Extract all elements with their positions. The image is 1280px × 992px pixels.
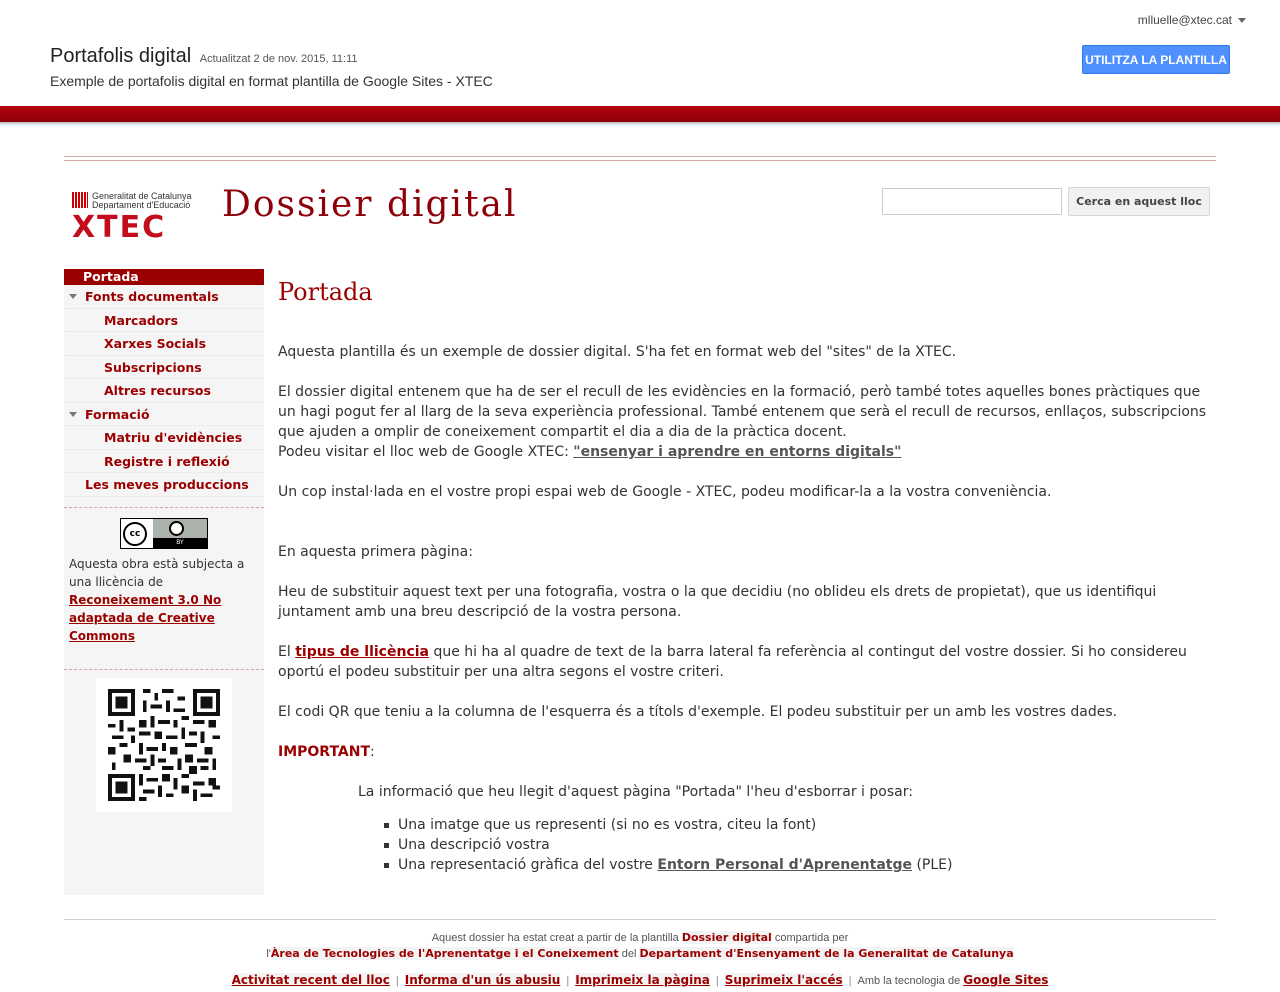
paragraph-license: El tipus de llicència que hi ha al quadr… <box>278 642 1208 682</box>
site-container: Generalitat de Catalunya Departament d'E… <box>64 156 1216 895</box>
visit-text: Podeu visitar el lloc web de Google XTEC… <box>278 444 569 460</box>
creative-commons-badge[interactable]: cc BY <box>120 517 208 549</box>
dossier-digital-link[interactable]: Dossier digital <box>681 931 772 944</box>
powered-by-text: Amb la tecnologia de <box>857 975 961 987</box>
search-input[interactable] <box>882 188 1062 215</box>
sidebar-item-matriu-evidencies[interactable]: Matriu d'evidències <box>64 426 264 450</box>
description-text: El dossier digital entenem que ha de ser… <box>278 384 1207 440</box>
main-content: Portada Aquesta plantilla és un exemple … <box>278 278 1208 875</box>
recent-activity-link[interactable]: Activitat recent del lloc <box>231 973 390 987</box>
sidebar-item-portada[interactable]: Portada <box>64 269 264 285</box>
footer-separator: | <box>715 975 719 987</box>
important-label: IMPORTANT <box>278 744 371 760</box>
paragraph-install: Un cop instal·lada en el vostre propi es… <box>278 484 1052 500</box>
footer-separator: | <box>395 975 399 987</box>
important-colon: : <box>370 744 375 760</box>
account-menu[interactable]: mlluelle@xtec.cat <box>1138 13 1246 27</box>
sidebar-item-registre-reflexio[interactable]: Registre i reflexió <box>64 450 264 473</box>
sidebar-item-label: Formació <box>85 406 150 422</box>
license-type-link[interactable]: tipus de llicència <box>295 644 429 660</box>
footer-credits-line2: l'Àrea de Tecnologies de l'Aprenentatge … <box>0 946 1280 962</box>
template-description: Exemple de portafolis digital en format … <box>50 73 493 89</box>
departament-link[interactable]: Departament d'Ensenyament de la Generali… <box>639 947 1014 960</box>
sidebar-item-label: Fonts documentals <box>85 289 219 304</box>
logo-brand: XTEC <box>72 210 167 245</box>
sidebar-item-fonts-documentals[interactable]: Fonts documentals <box>64 285 264 309</box>
header-divider <box>64 156 1216 161</box>
user-email: mlluelle@xtec.cat <box>1137 13 1232 27</box>
paragraph-qr: El codi QR que teniu a la columna de l'e… <box>278 704 1118 720</box>
sidebar-item-marcadors[interactable]: Marcadors <box>64 309 264 332</box>
expand-triangle-icon[interactable] <box>69 294 77 299</box>
sidebar-item-les-meves-produccions[interactable]: Les meves produccions <box>64 473 264 497</box>
google-xtec-link[interactable]: "ensenyar i aprendre en entorns digitals… <box>573 444 901 460</box>
chevron-down-icon <box>1238 18 1246 24</box>
banner-shadow <box>0 122 1280 126</box>
cc-icon: cc <box>123 521 147 546</box>
template-title-row: Portafolis digital Actualitzat 2 de nov.… <box>50 45 358 68</box>
cc-by-label: BY <box>153 537 207 548</box>
logo-text: Generalitat de Catalunya Departament d'E… <box>92 192 192 210</box>
sidebar-divider <box>64 506 264 508</box>
cc-left-panel: cc <box>121 518 153 548</box>
footer-text: compartida per <box>774 932 849 944</box>
print-page-link[interactable]: Imprimeix la pàgina <box>575 973 710 987</box>
footer-text: del <box>621 948 637 960</box>
list-item: Una imatge que us representi (si no es v… <box>382 815 1208 835</box>
important-heading: IMPORTANT: <box>278 742 1208 762</box>
report-abuse-link[interactable]: Informa d'un ús abusiu <box>404 973 561 987</box>
footer-credits: Aquest dossier ha estat creat a partir d… <box>0 930 1280 962</box>
expand-triangle-icon[interactable] <box>69 411 77 417</box>
footer-separator: | <box>566 975 570 987</box>
attribution-person-icon <box>169 520 184 536</box>
sidebar-divider <box>64 668 264 670</box>
atac-link[interactable]: Àrea de Tecnologies de l'Aprenentatge i … <box>270 947 619 960</box>
footer-credits-line1: Aquest dossier ha estat creat a partir d… <box>0 930 1280 946</box>
template-title: Portafolis digital <box>50 45 192 67</box>
sidebar-item-formacio[interactable]: Formació <box>64 403 264 426</box>
paragraph-first-page: En aquesta primera pàgina: <box>278 544 473 560</box>
search-button[interactable]: Cerca en aquest lloc <box>1068 187 1210 216</box>
page-title: Portada <box>278 278 373 306</box>
qr-code-icon <box>108 688 220 801</box>
paragraph-photo: Heu de substituir aquest text per una fo… <box>278 584 1157 620</box>
updated-timestamp: Actualitzat 2 de nov. 2015, 11:11 <box>199 53 358 65</box>
license-text: Aquesta obra està subjecta a una llicènc… <box>69 556 245 589</box>
license-text-pre: El <box>278 644 291 660</box>
qr-code-box <box>96 677 232 812</box>
list-item-text: Una representació gràfica del vostre <box>398 857 653 873</box>
ple-link[interactable]: Entorn Personal d'Aprenentatge <box>657 857 912 873</box>
list-item: Una descripció vostra <box>382 835 1208 855</box>
sidebar-item-xarxes-socials[interactable]: Xarxes Socials <box>64 332 264 356</box>
generalitat-emblem-icon <box>72 192 88 208</box>
remove-access-link[interactable]: Suprimeix l'accés <box>724 973 843 987</box>
xtec-logo[interactable]: Generalitat de Catalunya Departament d'E… <box>72 192 202 244</box>
instructions-text: La informació que heu llegit d'aquest pà… <box>358 784 913 800</box>
use-template-button[interactable]: UTILITZA LA PLANTILLA <box>1082 45 1230 74</box>
list-item-text: (PLE) <box>916 857 953 873</box>
instructions-list: Una imatge que us representi (si no es v… <box>278 815 1208 875</box>
footer-links: Activitat recent del lloc | Informa d'un ú… <box>0 971 1280 990</box>
site-title[interactable]: Dossier digital <box>222 184 518 225</box>
template-header: mlluelle@xtec.cat Portafolis digital Act… <box>0 0 1280 106</box>
logo-line2: Departament d'Educació <box>92 200 191 210</box>
google-sites-link[interactable]: Google Sites <box>963 973 1049 987</box>
license-text-block: Aquesta obra està subjecta a una llicènc… <box>64 549 264 645</box>
red-banner <box>0 106 1280 122</box>
footer-divider <box>64 919 1216 920</box>
sidebar-item-altres-recursos[interactable]: Altres recursos <box>64 379 264 403</box>
footer-text: Aquest dossier ha estat creat a partir d… <box>431 932 679 944</box>
footer-separator: | <box>848 975 852 987</box>
sidebar: Portada Fonts documentals Marcadors Xarx… <box>64 269 264 895</box>
license-link[interactable]: Reconeixement 3.0 No adaptada de Creativ… <box>69 593 221 643</box>
list-item: Una representació gràfica del vostre Ent… <box>382 855 1208 875</box>
paragraph-description: El dossier digital entenem que ha de ser… <box>278 382 1208 462</box>
sidebar-item-subscripcions[interactable]: Subscripcions <box>64 356 264 379</box>
paragraph-intro: Aquesta plantilla és un exemple de dossi… <box>278 344 957 360</box>
